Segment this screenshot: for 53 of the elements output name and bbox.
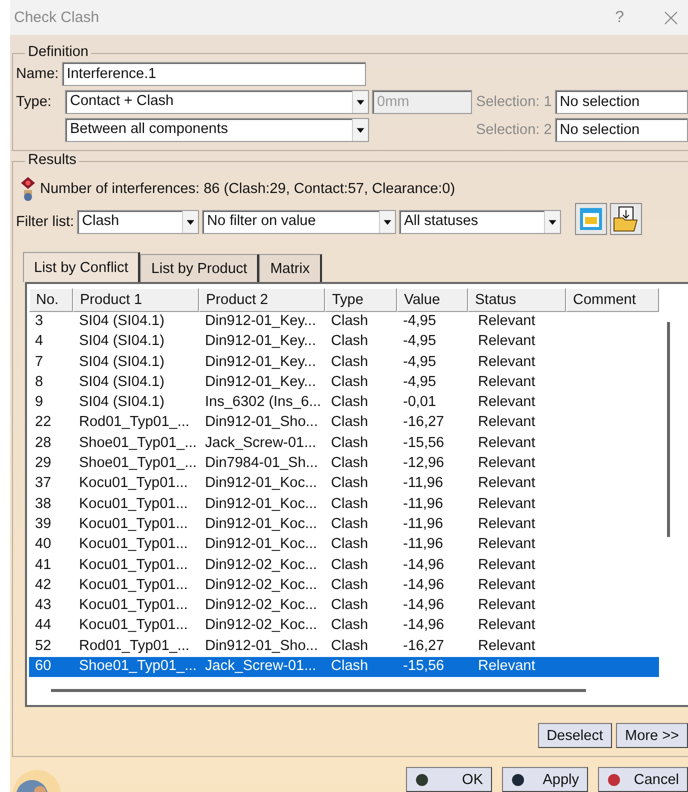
table-row[interactable]: 4 SI04 (SI04.1) Din912-01_Key... Clash -4,95 Relevant	[29, 332, 659, 353]
export-folder-icon[interactable]	[610, 203, 642, 235]
table-row[interactable]: 37 Kocu01_Typ01... Din912-01_Koc... Clash -11,96 Relevant	[29, 474, 659, 495]
dropdown[interactable]: Contact + Clash	[65, 90, 369, 114]
selection-field[interactable]: No selection	[554, 90, 688, 114]
deselect-button[interactable]: Deselect	[538, 723, 612, 748]
table-row[interactable]: 28 Shoe01_Typ01_... Jack_Screw-01... Clash -15,56 Relevant	[29, 434, 659, 454]
tab[interactable]: List by Product	[140, 254, 260, 282]
dropdown[interactable]: Clash	[77, 210, 199, 234]
column-header[interactable]: No.	[29, 288, 73, 312]
table-row[interactable]: 41 Kocu01_Typ01... Din912-02_Koc... Clash -14,96 Relevant	[29, 556, 659, 576]
column-header[interactable]: Comment	[566, 288, 659, 312]
dialog-button[interactable]: Cancel	[598, 767, 688, 792]
column-header[interactable]: Status	[468, 288, 566, 312]
table-row[interactable]: 40 Kocu01_Typ01... Din912-01_Koc... Clash -11,96 Relevant	[29, 535, 659, 556]
table-row[interactable]: 39 Kocu01_Typ01... Din912-01_Koc... Clash -11,96 Relevant	[29, 514, 659, 536]
scrollbar[interactable]	[667, 322, 670, 537]
clash-icon	[20, 176, 36, 202]
table-row[interactable]: 42 Kocu01_Typ01... Din912-02_Koc... Clash -14,96 Relevant	[29, 576, 659, 596]
table-row[interactable]: 22 Rod01_Typ01_... Din912-01_Sho... Clash -16,27 Relevant	[29, 413, 659, 434]
dialog-button[interactable]: Apply	[502, 767, 588, 792]
field-label: Selection: 1	[476, 94, 552, 110]
scrollbar[interactable]	[51, 689, 586, 692]
dropdown[interactable]: Between all components	[65, 118, 369, 142]
field-label: Selection: 2	[476, 122, 552, 138]
table-row[interactable]: 52 Rod01_Typ01_... Din912-01_Sho... Clash -16,27 Relevant	[29, 636, 659, 658]
table-row[interactable]: 7 SI04 (SI04.1) Din912-01_Key... Clash -4,95 Relevant	[29, 352, 659, 373]
dialog-button[interactable]: OK	[406, 767, 492, 792]
table-row[interactable]: 60 Shoe01_Typ01_... Jack_Screw-01... Clash -15,56 Relevant	[29, 657, 659, 678]
name-field[interactable]: Interference.1	[62, 62, 366, 86]
column-header[interactable]: Type	[325, 288, 397, 312]
table-row[interactable]: 44 Kocu01_Typ01... Din912-02_Koc... Clash -14,96 Relevant	[29, 616, 659, 637]
tab[interactable]: List by Conflict	[23, 252, 140, 282]
interference-summary: Number of interferences: 86 (Clash:29, Contact:57, Clearance:0)	[40, 181, 456, 197]
table-row[interactable]: 29 Shoe01_Typ01_... Din7984-01_Sh... Clash -12,96 Relevant	[29, 454, 659, 474]
tab[interactable]: Matrix	[259, 254, 322, 282]
dropdown[interactable]: No filter on value	[202, 210, 396, 234]
column-header[interactable]: Product 2	[199, 288, 325, 312]
column-header[interactable]: Product 1	[73, 288, 199, 312]
close-icon[interactable]	[664, 10, 678, 24]
table-row[interactable]: 38 Kocu01_Typ01... Din912-01_Koc... Clash -11,96 Relevant	[29, 494, 659, 515]
table-row[interactable]: 8 SI04 (SI04.1) Din912-01_Key... Clash -4,95 Relevant	[29, 372, 659, 394]
table-row[interactable]: 3 SI04 (SI04.1) Din912-01_Key... Clash -4,95 Relevant	[29, 312, 659, 332]
field-label: Name:	[16, 66, 59, 82]
table-row[interactable]: 9 SI04 (SI04.1) Ins_6302 (Ins_6... Clash -0,01 Relevant	[29, 393, 659, 414]
more-button[interactable]: More >>	[616, 723, 688, 748]
selection-field[interactable]: No selection	[554, 118, 688, 142]
field-label: Type:	[16, 94, 52, 110]
window-title: Check Clash	[14, 9, 100, 26]
table-row[interactable]: 43 Kocu01_Typ01... Din912-02_Koc... Clash -14,96 Relevant	[29, 596, 659, 616]
column-header[interactable]: Value	[397, 288, 468, 312]
dropdown[interactable]: All statuses	[399, 210, 561, 234]
field-label: Filter list:	[16, 214, 74, 230]
